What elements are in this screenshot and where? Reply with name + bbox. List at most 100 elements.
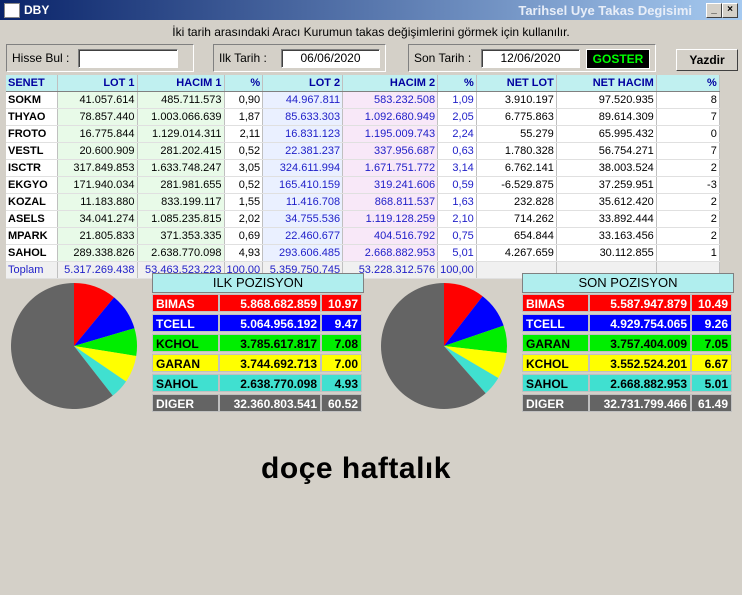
table-cell: 30.112.855 [556, 244, 657, 262]
ilk-tarih-input[interactable]: 06/06/2020 [281, 49, 380, 68]
table-cell: 2,24 [437, 125, 477, 143]
table-cell: 3,14 [437, 159, 477, 177]
column-header[interactable]: LOT 1 [57, 75, 138, 92]
table-cell: 654.844 [476, 227, 557, 245]
son-tarih-input[interactable]: 12/06/2020 [481, 49, 580, 68]
position-value: 3.785.617.817 [219, 334, 321, 352]
hint-text: İki tarih arasındaki Aracı Kurumun takas… [172, 25, 570, 39]
table-cell: 97.520.935 [556, 91, 657, 109]
minimize-icon[interactable]: _ [706, 3, 722, 18]
position-name: SAHOL [152, 374, 219, 392]
column-header[interactable]: LOT 2 [262, 75, 344, 92]
table-cell: 1.085.235.815 [137, 210, 225, 228]
position-value: 32.360.803.541 [219, 394, 321, 412]
table-cell: SOKM [6, 91, 58, 109]
table-cell: 35.612.420 [556, 193, 657, 211]
position-value: 5.868.682.859 [219, 294, 321, 312]
position-name: BIMAS [522, 294, 589, 312]
position-name: SAHOL [522, 374, 589, 392]
table-cell: 289.338.826 [57, 244, 138, 262]
close-icon[interactable]: × [722, 3, 738, 18]
table-row[interactable]: ISCTR 317.849.853 1.633.748.247 3,05 324.611… [6, 159, 720, 177]
table-row[interactable]: SAHOL 289.338.826 2.638.770.098 4,93 293.606… [6, 244, 720, 262]
position-value: 5.587.947.879 [589, 294, 691, 312]
ilk-pozisyon-pie [11, 283, 137, 409]
column-header[interactable]: HACIM 1 [137, 75, 225, 92]
table-cell: 2.668.882.953 [342, 244, 439, 262]
table-row[interactable]: THYAO 78.857.440 1.003.066.639 1,87 85.633.3… [6, 108, 720, 126]
window-title: DBY [24, 3, 50, 17]
column-header[interactable]: % [656, 75, 720, 92]
table-row[interactable]: ASELS 34.041.274 1.085.235.815 2,02 34.755.5… [6, 210, 720, 228]
column-header[interactable]: % [437, 75, 477, 92]
table-cell: 281.981.655 [137, 176, 225, 194]
table-cell: 7 [656, 108, 720, 126]
position-value: 5.064.956.192 [219, 314, 321, 332]
table-cell: 583.232.508 [342, 91, 439, 109]
table-cell: 1,09 [437, 91, 477, 109]
table-header-row[interactable]: SENET LOT 1 HACIM 1% LOT 2 HACIM 2% NET LOT NE… [6, 75, 720, 92]
table-cell: 319.241.606 [342, 176, 439, 194]
position-pct: 7.08 [321, 334, 362, 352]
table-cell: -3 [656, 176, 720, 194]
table-cell: -6.529.875 [476, 176, 557, 194]
table-row[interactable]: FROTO 16.775.844 1.129.014.311 2,11 16.831.1… [6, 125, 720, 143]
table-row[interactable]: KOZAL 11.183.880 833.199.117 1,55 11.416.708… [6, 193, 720, 211]
table-cell: 3,05 [224, 159, 264, 177]
table-cell: 1,63 [437, 193, 477, 211]
column-header[interactable]: % [224, 75, 264, 92]
column-header[interactable]: NET LOT [476, 75, 557, 92]
table-row[interactable]: VESTL 20.600.909 281.202.415 0,52 22.381.237… [6, 142, 720, 160]
son-tarih-label: Son Tarih : [414, 51, 472, 65]
table-cell: 4.267.659 [476, 244, 557, 262]
position-name: KCHOL [152, 334, 219, 352]
app-icon [4, 3, 20, 18]
table-cell: 11.416.708 [262, 193, 344, 211]
table-cell: 337.956.687 [342, 142, 439, 160]
table-row[interactable]: EKGYO 171.940.034 281.981.655 0,52 165.410.1… [6, 176, 720, 194]
table-cell: 6.775.863 [476, 108, 557, 126]
position-name: GARAN [522, 334, 589, 352]
table-cell: 89.614.309 [556, 108, 657, 126]
table-cell: SAHOL [6, 244, 58, 262]
table-cell: 281.202.415 [137, 142, 225, 160]
table-cell: 20.600.909 [57, 142, 138, 160]
position-pct: 4.93 [321, 374, 362, 392]
table-cell: 2,02 [224, 210, 264, 228]
table-cell: KOZAL [6, 193, 58, 211]
table-cell: 2 [656, 227, 720, 245]
ilk-pozisyon-title: ILK POZISYON [152, 273, 364, 293]
table-cell: 0,52 [224, 176, 264, 194]
table-cell: 833.199.117 [137, 193, 225, 211]
table-cell: 0 [656, 125, 720, 143]
table-cell: 1.633.748.247 [137, 159, 225, 177]
table-cell: 171.940.034 [57, 176, 138, 194]
table-cell: 56.754.271 [556, 142, 657, 160]
table-cell: 3.910.197 [476, 91, 557, 109]
hisse-search-input[interactable] [78, 49, 178, 68]
table-cell: 232.828 [476, 193, 557, 211]
yazdir-button[interactable]: Yazdir [676, 49, 738, 71]
position-pct: 61.49 [691, 394, 732, 412]
table-cell: 22.381.237 [262, 142, 344, 160]
table-cell: 0,75 [437, 227, 477, 245]
position-pct: 9.47 [321, 314, 362, 332]
table-cell: 371.353.335 [137, 227, 225, 245]
table-row[interactable]: MPARK 21.805.833 371.353.335 0,69 22.460.677… [6, 227, 720, 245]
table-cell: 16.831.123 [262, 125, 344, 143]
position-name: TCELL [152, 314, 219, 332]
table-cell: 33.163.456 [556, 227, 657, 245]
position-pct: 5.01 [691, 374, 732, 392]
column-header[interactable]: SENET [6, 75, 58, 92]
table-row[interactable]: SOKM 41.057.614 485.711.573 0,90 44.967.811 5… [6, 91, 720, 109]
goster-button[interactable]: GOSTER [586, 49, 650, 69]
table-cell: Toplam [6, 261, 58, 279]
table-cell: 34.755.536 [262, 210, 344, 228]
column-header[interactable]: HACIM 2 [342, 75, 439, 92]
table-cell: 5.317.269.438 [57, 261, 138, 279]
column-header[interactable]: NET HACIM [556, 75, 657, 92]
caption-text: doçe haftalık [261, 452, 451, 485]
table-cell: 485.711.573 [137, 91, 225, 109]
position-value: 2.668.882.953 [589, 374, 691, 392]
position-pct: 7.00 [321, 354, 362, 372]
